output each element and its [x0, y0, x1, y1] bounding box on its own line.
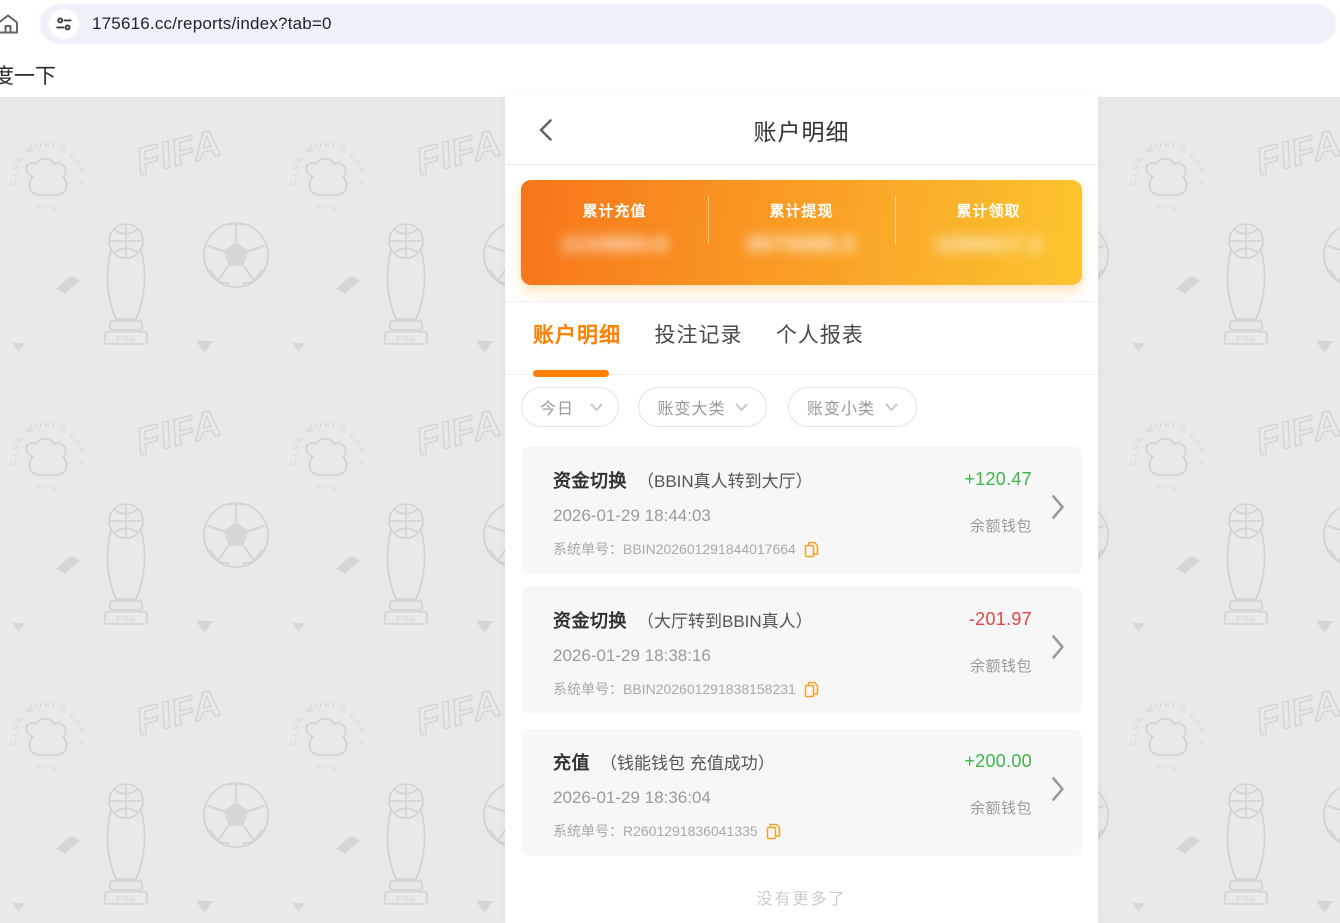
- transaction-amount: +200.00: [964, 751, 1032, 772]
- transaction-row[interactable]: 充值 （钱能钱包 充值成功） 2026-01-29 18:36:04 系统单号：…: [521, 729, 1082, 856]
- total-claim-value-blurred: 1294417.2: [895, 233, 1082, 257]
- chevron-right-icon: [1051, 634, 1065, 660]
- transaction-datetime: 2026-01-29 18:44:03: [553, 506, 1032, 526]
- total-deposit-value-blurred: 1134884.6: [521, 233, 708, 257]
- order-label: 系统单号：: [553, 679, 623, 699]
- app-header: 账户明细: [505, 95, 1098, 165]
- page-top-strip: 度一下: [0, 48, 1340, 97]
- filter-minor-category-dropdown[interactable]: 账变小类: [788, 387, 917, 427]
- account-detail-panel: 账户明细 累计充值 1134884.6 累计提现 8975688.0 累计领取 …: [505, 95, 1098, 923]
- chevron-right-icon: [1051, 494, 1065, 520]
- transaction-row[interactable]: 资金切换 （大厅转到BBIN真人） 2026-01-29 18:38:16 系统…: [521, 587, 1082, 714]
- copy-icon[interactable]: [804, 681, 819, 698]
- filter-major-category-label: 账变大类: [657, 395, 725, 419]
- filters-bar: 今日 账变大类 账变小类: [505, 375, 1098, 441]
- chevron-down-icon: [590, 403, 603, 412]
- transaction-type: 充值: [553, 749, 590, 775]
- url-text[interactable]: 175616.cc/reports/index?tab=0: [92, 14, 332, 34]
- order-label: 系统单号：: [553, 539, 623, 559]
- filter-date-label: 今日: [540, 395, 574, 419]
- transaction-type: 资金切换: [553, 607, 627, 633]
- order-number: BBIN202601291844017664: [623, 541, 796, 557]
- chevron-right-icon: [1051, 776, 1065, 802]
- total-deposit-label: 累计充值: [521, 200, 708, 221]
- site-settings-icon[interactable]: [49, 9, 79, 39]
- transaction-detail: （BBIN真人转到大厅）: [637, 467, 813, 492]
- order-number: BBIN202601291838158231: [623, 681, 796, 697]
- address-bar[interactable]: 175616.cc/reports/index?tab=0: [40, 4, 1336, 44]
- filter-date-dropdown[interactable]: 今日: [521, 387, 619, 427]
- tab-personal-report[interactable]: 个人报表: [776, 319, 864, 349]
- tab-bet-records[interactable]: 投注记录: [654, 319, 742, 349]
- total-claim: 累计领取 1294417.2: [895, 180, 1082, 285]
- transaction-row[interactable]: 资金切换 （BBIN真人转到大厅） 2026-01-29 18:44:03 系统…: [521, 447, 1082, 574]
- page-title: 账户明细: [754, 113, 850, 147]
- total-withdraw: 累计提现 8975688.0: [708, 180, 895, 285]
- active-tab-underline: [533, 370, 609, 377]
- summary-section: 累计充值 1134884.6 累计提现 8975688.0 累计领取 12944…: [505, 165, 1098, 302]
- transaction-amount: +120.47: [964, 469, 1032, 490]
- total-deposit: 累计充值 1134884.6: [521, 180, 708, 285]
- transaction-list: 资金切换 （BBIN真人转到大厅） 2026-01-29 18:44:03 系统…: [505, 441, 1098, 856]
- transaction-datetime: 2026-01-29 18:38:16: [553, 646, 1032, 666]
- clipped-page-text: 度一下: [0, 60, 56, 90]
- wallet-label: 余额钱包: [964, 797, 1032, 818]
- totals-card: 累计充值 1134884.6 累计提现 8975688.0 累计领取 12944…: [521, 180, 1082, 285]
- order-label: 系统单号：: [553, 821, 623, 841]
- wallet-label: 余额钱包: [964, 515, 1032, 536]
- chevron-down-icon: [885, 403, 898, 412]
- copy-icon[interactable]: [804, 541, 819, 558]
- copy-icon[interactable]: [766, 823, 781, 840]
- transaction-detail: （大厅转到BBIN真人）: [637, 607, 813, 632]
- transaction-datetime: 2026-01-29 18:36:04: [553, 788, 1032, 808]
- transaction-type: 资金切换: [553, 467, 627, 493]
- tabs-bar: 账户明细 投注记录 个人报表: [505, 302, 1098, 375]
- total-withdraw-label: 累计提现: [708, 200, 895, 221]
- transaction-detail: （钱能钱包 充值成功）: [600, 749, 775, 774]
- tab-account-detail[interactable]: 账户明细: [533, 319, 621, 349]
- filter-minor-category-label: 账变小类: [807, 395, 875, 419]
- chevron-down-icon: [735, 403, 748, 412]
- end-of-list-text: 没有更多了: [505, 869, 1098, 919]
- total-claim-label: 累计领取: [895, 200, 1082, 221]
- transaction-amount: -201.97: [969, 609, 1032, 630]
- wallet-label: 余额钱包: [969, 655, 1032, 676]
- total-withdraw-value-blurred: 8975688.0: [708, 233, 895, 257]
- filter-major-category-dropdown[interactable]: 账变大类: [638, 387, 767, 427]
- browser-toolbar: 175616.cc/reports/index?tab=0: [0, 0, 1340, 48]
- order-number: R2601291836041335: [623, 823, 758, 839]
- back-button[interactable]: [533, 116, 561, 144]
- home-icon[interactable]: [0, 12, 21, 41]
